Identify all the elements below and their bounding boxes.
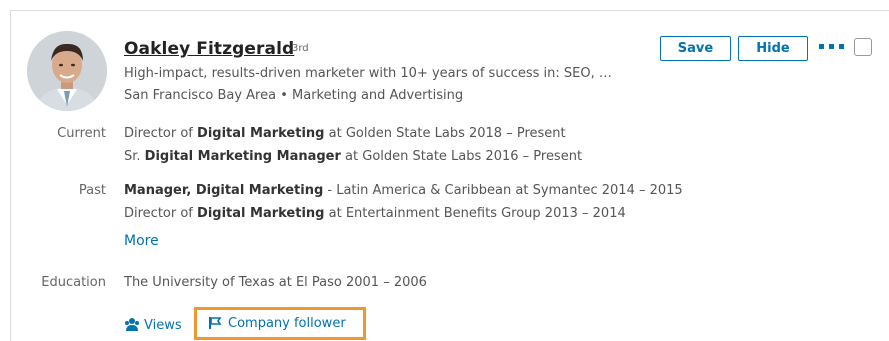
views-link[interactable]: Views [124, 317, 182, 333]
position-keyword: Digital Marketing [197, 126, 325, 141]
people-icon [125, 318, 139, 331]
education-label: Education [41, 275, 106, 290]
position-keyword: Digital Marketing Manager [144, 149, 341, 164]
profile-location-industry: San Francisco Bay Area • Marketing and A… [124, 88, 463, 103]
connection-degree: 3rd [292, 43, 309, 54]
avatar[interactable] [27, 31, 107, 111]
search-result-card: Oakley Fitzgerald 3rd High-impact, resul… [10, 10, 889, 341]
position-text: Director of [124, 126, 198, 141]
position-text: Director of [124, 206, 198, 221]
position-keyword: Manager, Digital Marketing [124, 183, 324, 198]
position-text: Sr. [124, 149, 145, 164]
profile-name[interactable]: Oakley Fitzgerald [124, 39, 294, 59]
current-position-1: Director of Digital Marketing at Golden … [124, 126, 566, 141]
education-value: The University of Texas at El Paso 2001 … [124, 275, 427, 290]
ellipsis-icon[interactable] [819, 38, 847, 54]
position-text: - Latin America & Caribbean at Symantec … [323, 183, 683, 198]
separator: • [280, 88, 288, 103]
views-label: Views [144, 318, 182, 333]
position-text: at Golden State Labs 2016 – Present [340, 149, 583, 164]
profile-headline: High-impact, results-driven marketer wit… [124, 66, 612, 81]
past-position-1: Manager, Digital Marketing - Latin Ameri… [124, 183, 683, 198]
profile-industry: Marketing and Advertising [292, 88, 464, 103]
hide-button[interactable]: Hide [738, 36, 808, 61]
company-follower-link[interactable]: Company follower [208, 316, 346, 331]
current-label: Current [57, 126, 106, 141]
profile-location: San Francisco Bay Area [124, 88, 277, 103]
position-text: at Golden State Labs 2018 – Present [324, 126, 566, 141]
position-keyword: Digital Marketing [197, 206, 325, 221]
more-link[interactable]: More [124, 233, 159, 249]
select-checkbox[interactable] [854, 38, 872, 56]
flag-icon [209, 317, 222, 329]
save-button[interactable]: Save [660, 36, 731, 61]
current-position-2: Sr. Digital Marketing Manager at Golden … [124, 149, 582, 164]
company-follower-highlight: Company follower [194, 307, 366, 340]
past-position-2: Director of Digital Marketing at Enterta… [124, 206, 626, 221]
position-text: at Entertainment Benefits Group 2013 – 2… [324, 206, 626, 221]
company-follower-label: Company follower [228, 316, 346, 331]
past-label: Past [78, 183, 106, 198]
